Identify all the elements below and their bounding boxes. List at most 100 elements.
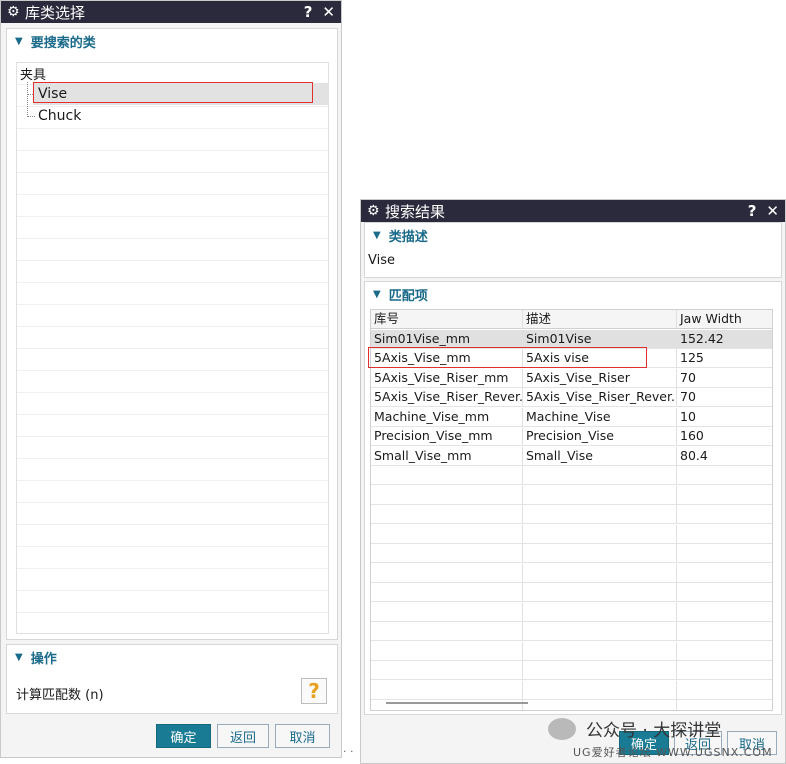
table-cell: 70 [677,388,772,406]
gear-icon[interactable]: ⚙ [367,203,385,219]
right-dialog-title: 搜索结果 [385,202,446,221]
question-icon: ? [308,679,320,703]
help-button[interactable]: ? [304,3,313,21]
table-cell [371,485,523,504]
table-cell: 125 [677,349,772,367]
table-cell [677,681,772,699]
table-cell: 10 [677,408,772,426]
table-cell [371,583,523,601]
table-cell: 5Axis_Vise_Riser_Rever... [523,388,677,406]
left-titlebar: ⚙ 库类选择 ? ✕ [1,1,341,23]
collapse-triangle-icon: ▼ [373,288,381,300]
tree-connector [27,82,28,117]
column-header[interactable]: 库号 [371,310,523,328]
watermark: 公众号 · 大探讲堂 [548,716,721,741]
operations-header[interactable]: ▼ 操作 [7,645,337,669]
table-row[interactable]: Precision_Vise_mm Precision_Vise 160 [371,427,772,446]
table-row[interactable] [371,661,772,680]
table-row[interactable]: 5Axis_Vise_Riser_Rever... 5Axis_Vise_Rise… [371,388,772,407]
table-cell [523,680,677,699]
table-cell [523,505,677,523]
calc-matches-button[interactable]: ? [301,678,327,704]
help-button[interactable]: ? [748,202,757,220]
table-row[interactable] [371,583,772,602]
ok-button[interactable]: 确定 [156,724,211,748]
table-cell: 5Axis vise [523,349,677,367]
back-button[interactable]: 返回 [217,724,269,748]
table-cell [677,583,772,601]
right-titlebar: ⚙ 搜索结果 ? ✕ [361,200,785,222]
class-desc-panel: ▼ 类描述 Vise [364,222,782,278]
table-cell: Small_Vise [523,446,677,465]
wechat-logo-icon [548,717,576,740]
class-desc-header[interactable]: ▼ 类描述 [365,223,781,247]
table-cell [677,622,772,640]
table-row[interactable] [371,641,772,661]
tree-root-fixtures[interactable]: 夹具 [20,64,46,83]
table-row[interactable]: Machine_Vise_mm Machine_Vise 10 [371,407,772,427]
table-row[interactable] [371,563,772,583]
table-cell [677,525,772,543]
table-cell: 5Axis_Vise_mm [371,349,523,367]
watermark-site: UG爱好者论坛 WWW.UGSNX.COM [573,746,773,759]
table-cell [371,524,523,543]
table-header-row: 库号 描述 Jaw Width [371,310,772,329]
table-cell: 5Axis_Vise_Riser_Rever... [371,388,523,406]
column-header[interactable]: 描述 [523,310,677,328]
watermark-text: 公众号 · 大探讲堂 [586,721,722,741]
table-row[interactable]: 5Axis_Vise_mm 5Axis vise 125 [371,349,772,368]
table-row[interactable] [371,680,772,700]
table-cell [523,563,677,582]
tree-connector [27,116,35,117]
table-cell [371,641,523,660]
close-button[interactable]: ✕ [766,202,779,220]
table-cell [677,466,772,484]
gear-icon[interactable]: ⚙ [7,4,25,20]
left-dialog-title: 库类选择 [25,3,86,22]
table-row[interactable] [371,544,772,563]
table-cell: Small_Vise_mm [371,446,523,465]
close-button[interactable]: ✕ [322,3,335,21]
tree-item-label: Vise [38,86,68,102]
table-cell: Precision_Vise_mm [371,427,523,445]
horizontal-scrollbar[interactable] [386,702,528,704]
column-header[interactable]: Jaw Width [677,310,772,328]
table-cell [677,486,772,504]
table-cell [523,466,677,484]
search-class-header[interactable]: ▼ 要搜索的类 [7,29,337,53]
table-row[interactable]: Small_Vise_mm Small_Vise 80.4 [371,446,772,466]
table-cell [677,661,772,679]
table-cell [371,622,523,640]
table-cell [371,544,523,562]
operations-panel: ▼ 操作 [6,644,338,714]
operations-label: 操作 [30,651,57,667]
class-tree[interactable] [16,62,329,634]
table-row[interactable] [371,505,772,524]
table-row[interactable]: 5Axis_Vise_Riser_mm 5Axis_Vise_Riser 70 [371,368,772,388]
table-cell: 160 [677,427,772,445]
table-row[interactable]: Sim01Vise_mm Sim01Vise 152.42 [371,329,772,349]
search-class-label: 要搜索的类 [30,35,96,51]
table-cell [371,466,523,484]
collapse-triangle-icon: ▼ [15,35,23,47]
table-row[interactable] [371,602,772,622]
table-cell [523,700,677,710]
matches-header[interactable]: ▼ 匹配项 [365,282,781,306]
tree-item-chuck[interactable]: Chuck [38,105,81,127]
table-cell [371,505,523,523]
table-cell: 80.4 [677,447,772,465]
separator-dots: . . [343,742,354,755]
table-cell [523,602,677,621]
calc-matches-label: 计算匹配数 (n) [16,688,104,703]
cancel-button[interactable]: 取消 [275,724,330,748]
table-cell: 5Axis_Vise_Riser_mm [371,368,523,387]
table-cell: 5Axis_Vise_Riser [523,368,677,387]
matches-label: 匹配项 [388,288,428,304]
matches-table[interactable]: 库号 描述 Jaw Width Sim01Vise_mm Sim01Vise 152.42… [370,309,773,711]
table-row[interactable] [371,622,772,641]
table-row[interactable] [371,524,772,544]
table-cell [523,641,677,660]
table-row[interactable] [371,466,772,485]
tree-item-vise[interactable]: Vise [33,83,329,105]
table-row[interactable] [371,485,772,505]
